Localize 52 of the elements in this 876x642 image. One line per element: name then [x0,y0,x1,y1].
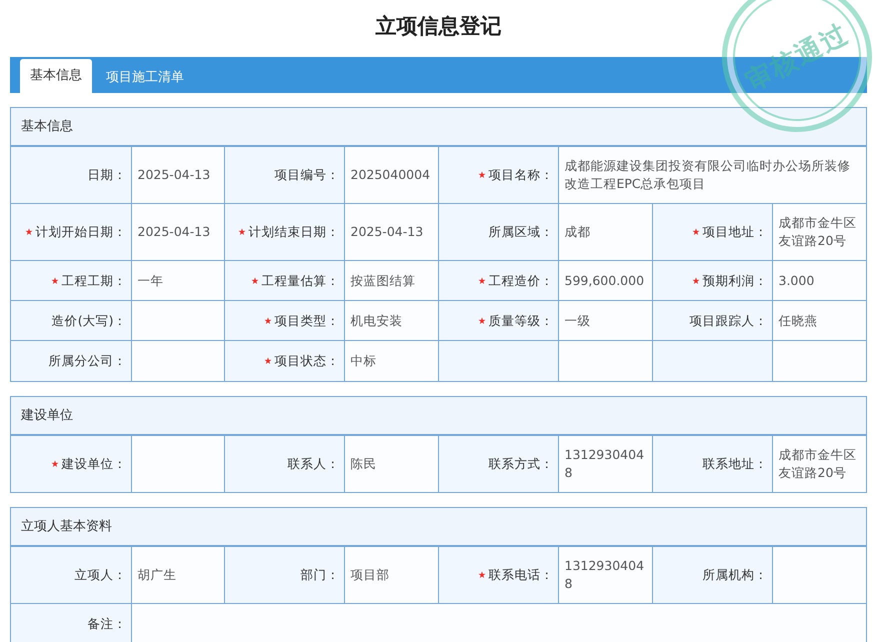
field-label: 项目跟踪人： [690,312,768,330]
field-label: 所属区域： [488,223,554,242]
field-value: 2025-04-13 [131,204,224,260]
field-label: 项目地址： [702,223,768,242]
field-label: 日期： [88,166,126,184]
tab[interactable]: 基本信息 [20,59,92,93]
field-value: 一级 [558,300,652,340]
field-label: 联系方式： [488,454,554,473]
field-value: 成都市金牛区友谊路20号 [772,204,866,260]
field-label: 预期利润： [702,272,768,290]
field-value: 2025-04-13 [344,204,438,260]
field-value: 按蓝图结算 [344,260,438,300]
field-label: 所属机构： [702,566,768,584]
field-value: 13129304048 [558,435,652,492]
field-value: 一年 [131,260,224,300]
field-label: 部门： [300,566,340,584]
field-label: 计划结束日期： [248,223,340,242]
field-value: 2025040004 [344,146,438,204]
section-header: 建设单位 [11,396,866,434]
field-value: 2025-04-13 [131,146,224,204]
section-header: 立项人基本资料 [11,508,866,546]
field-label: 项目编号： [274,166,340,184]
field-label: 联系人： [288,454,340,473]
field-label: 项目类型： [274,312,340,330]
field-label: 计划开始日期： [36,223,126,242]
field-label: 立项人： [74,566,126,584]
field-label: 工程造价： [488,272,554,290]
field-value: 中标 [344,340,438,380]
field-label: 工程工期： [62,272,126,290]
field-value: 599,600.000 [558,260,652,300]
field-label: 工程量估算： [262,272,340,290]
field-value: 机电安装 [344,300,438,340]
field-value: 13129304048 [558,546,652,603]
field-value: 3.000 [772,260,866,300]
field-value: 成都能源建设集团投资有限公司临时办公场所装修改造工程EPC总承包项目 [558,146,866,204]
field-label: 项目状态： [274,352,340,370]
field-value: 成都市金牛区友谊路20号 [772,435,866,492]
field-label: 联系电话： [488,566,554,584]
field-label: 所属分公司： [48,352,126,370]
field-value: 成都 [558,204,652,260]
field-label: 造价(大写)： [52,312,126,330]
field-label: 质量等级： [488,312,554,330]
field-value: 任晓燕 [772,300,866,340]
field-label: 备注： [88,614,126,633]
field-label: 联系地址： [702,454,768,473]
field-label: 建设单位： [62,454,126,473]
field-value: 胡广生 [131,546,224,603]
field-value: 陈民 [344,435,438,492]
field-label: 项目名称： [488,166,554,184]
field-value: 项目部 [344,546,438,603]
section-header: 基本信息 [11,108,866,146]
page-title: 立项信息登记 [376,12,502,38]
